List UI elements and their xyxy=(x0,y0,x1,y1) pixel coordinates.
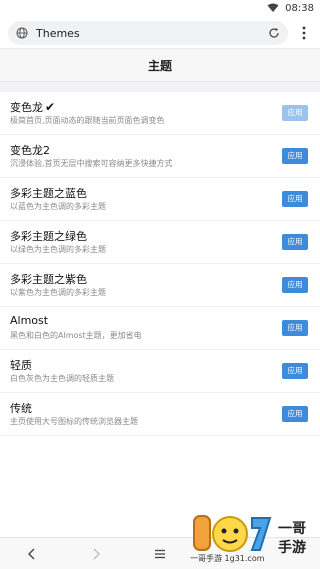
back-button[interactable] xyxy=(24,546,40,562)
theme-description: 白色灰色为主色调的轻质主题 xyxy=(10,374,114,383)
watermark-url: 一哥手游 1g31.com xyxy=(190,554,265,563)
theme-description: 黑色和白色的Almost主题，更加省电 xyxy=(10,331,142,340)
status-bar: 08:38 xyxy=(0,0,320,16)
theme-name: 变色龙 xyxy=(10,101,43,114)
apply-button[interactable]: 应用 xyxy=(282,320,308,336)
theme-item[interactable]: 传统 主页使用大号图标的传统浏览器主题 应用 xyxy=(0,393,320,436)
theme-description: 以蓝色为主色调的多彩主题 xyxy=(10,202,106,211)
theme-description: 主页使用大号图标的传统浏览器主题 xyxy=(10,417,138,426)
menu-button[interactable] xyxy=(152,546,168,562)
hamburger-menu-icon xyxy=(155,549,165,559)
checkmark-icon: ✔ xyxy=(45,100,56,114)
theme-name: 变色龙2 xyxy=(10,144,50,157)
chevron-left-icon xyxy=(28,548,35,560)
theme-name: 多彩主题之紫色 xyxy=(10,273,87,286)
theme-name: 传统 xyxy=(10,402,32,415)
more-menu-button[interactable] xyxy=(294,22,314,44)
forward-button[interactable] xyxy=(88,546,104,562)
wifi-icon xyxy=(267,3,279,12)
apply-button[interactable]: 应用 xyxy=(282,277,308,293)
apply-button[interactable]: 应用 xyxy=(282,406,308,422)
page-title: 主题 xyxy=(147,58,172,73)
theme-description: 以绿色为主色调的多彩主题 xyxy=(10,245,106,254)
theme-item[interactable]: 变色龙2 沉浸体验,首页无层中搜索可容纳更多快捷方式 应用 xyxy=(0,135,320,178)
refresh-icon[interactable] xyxy=(268,27,280,39)
theme-list: 变色龙 ✔ 极简首页,页面动态的跟随当前页面色调变色 应用 变色龙2 沉浸体验,首… xyxy=(0,92,320,436)
apply-button[interactable]: 应用 xyxy=(282,105,308,121)
watermark-mascot-icon xyxy=(193,515,272,552)
status-time: 08:38 xyxy=(285,2,314,14)
theme-name: 多彩主题之绿色 xyxy=(10,230,87,243)
theme-item[interactable]: Almost 黑色和白色的Almost主题，更加省电 应用 xyxy=(0,307,320,350)
apply-button[interactable]: 应用 xyxy=(282,191,308,207)
theme-name: 轻质 xyxy=(10,359,32,372)
theme-item[interactable]: 变色龙 ✔ 极简首页,页面动态的跟随当前页面色调变色 应用 xyxy=(0,92,320,135)
address-text: Themes xyxy=(36,26,80,40)
theme-description: 沉浸体验,首页无层中搜索可容纳更多快捷方式 xyxy=(10,159,173,168)
section-gap xyxy=(0,82,320,92)
page-title-bar: 主题 xyxy=(0,48,320,82)
more-vertical-icon xyxy=(302,26,306,40)
chevron-right-icon xyxy=(93,548,100,560)
address-bar[interactable]: Themes xyxy=(8,21,288,45)
watermark-text-top: 一哥 xyxy=(278,521,306,537)
theme-item[interactable]: 多彩主题之蓝色 以蓝色为主色调的多彩主题 应用 xyxy=(0,178,320,221)
globe-icon xyxy=(16,27,28,39)
theme-name: Almost xyxy=(10,314,49,327)
theme-item[interactable]: 轻质 白色灰色为主色调的轻质主题 应用 xyxy=(0,350,320,393)
apply-button[interactable]: 应用 xyxy=(282,148,308,164)
theme-description: 极简首页,页面动态的跟随当前页面色调变色 xyxy=(10,116,165,125)
watermark-text-bottom: 手游 xyxy=(278,540,306,556)
apply-button[interactable]: 应用 xyxy=(282,234,308,250)
theme-name: 多彩主题之蓝色 xyxy=(10,187,87,200)
apply-button[interactable]: 应用 xyxy=(282,363,308,379)
theme-description: 以紫色为主色调的多彩主题 xyxy=(10,288,106,297)
theme-item[interactable]: 多彩主题之紫色 以紫色为主色调的多彩主题 应用 xyxy=(0,264,320,307)
watermark-logo: 一哥 手游 一哥手游 1g31.com xyxy=(190,510,320,569)
theme-item[interactable]: 多彩主题之绿色 以绿色为主色调的多彩主题 应用 xyxy=(0,221,320,264)
